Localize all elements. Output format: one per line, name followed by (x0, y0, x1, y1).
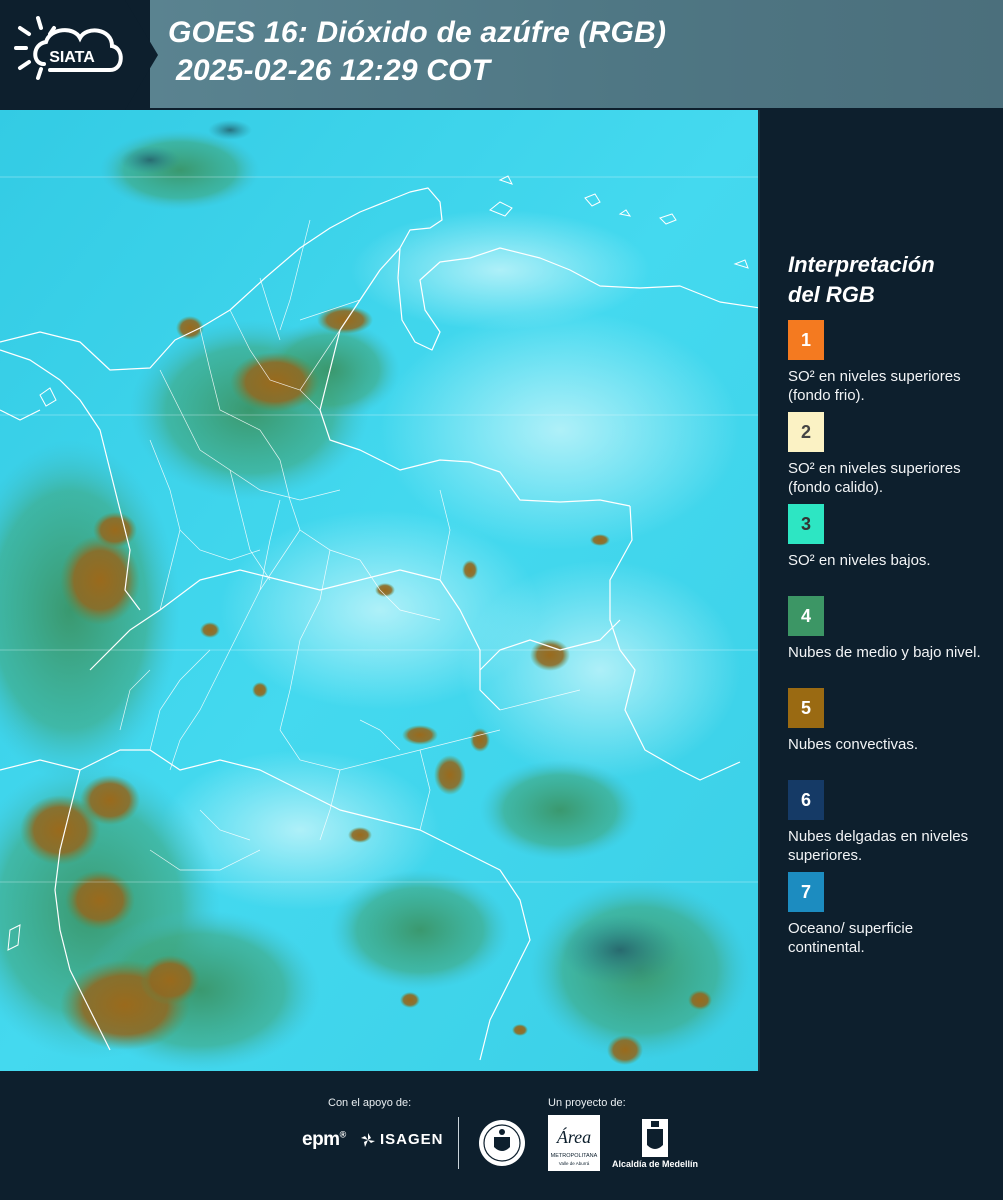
support-label: Con el apoyo de: (328, 1097, 412, 1109)
legend-label-1: SO² en niveles superiores (fondo frio). (788, 368, 961, 404)
alcaldia-text: Alcaldía de Medellín (612, 1159, 699, 1169)
footer-divider (458, 1117, 459, 1169)
page-title: GOES 16: Dióxido de azúfre (RGB) 2025-02… (168, 14, 666, 90)
siata-logo: SIATA (14, 16, 123, 80)
legend-item-6: 6 Nubes delgadas en niveles superiores. (788, 780, 988, 872)
legend-label-3: SO² en niveles bajos. (788, 552, 931, 569)
satellite-image (0, 110, 758, 1071)
legend-swatch-1: 1 (788, 320, 824, 360)
legend-swatch-5: 5 (788, 688, 824, 728)
legend-swatch-2: 2 (788, 412, 824, 452)
header: SIATA GOES 16: Dióxido de azúfre (RGB) 2… (0, 0, 1003, 110)
isagen-icon (361, 1132, 375, 1147)
area-subcaption-text: Valle de Aburrá (559, 1161, 590, 1166)
legend-swatch-4: 4 (788, 596, 824, 636)
epm-logo: epm® (302, 1129, 346, 1150)
legend-title-line1: Interpretación (788, 252, 935, 277)
title-line1: GOES 16: Dióxido de azúfre (RGB) (168, 16, 667, 49)
area-caption-text: METROPOLITANA (551, 1153, 598, 1159)
legend-item-4: 4 Nubes de medio y bajo nivel. (788, 596, 988, 688)
legend-item-3: 3 SO² en niveles bajos. (788, 504, 988, 596)
legend-swatch-6: 6 (788, 780, 824, 820)
area-metropolitana-logo: Área METROPOLITANA Valle de Aburrá (548, 1115, 600, 1171)
legend-title: Interpretación del RGB (788, 250, 988, 310)
satellite-map (0, 110, 760, 1071)
epm-logo-text: epm (302, 1129, 340, 1150)
legend-item-2: 2 SO² en niveles superiores (fondo calido… (788, 412, 988, 504)
legend-label-4: Nubes de medio y bajo nivel. (788, 644, 981, 661)
medellin-seal-icon (479, 1120, 525, 1166)
legend-label-2: SO² en niveles superiores (fondo calido)… (788, 460, 961, 496)
isagen-logo-text: ISAGEN (380, 1131, 444, 1148)
title-datetime: 2025-02-26 12:29 COT (176, 54, 491, 87)
legend-title-line2: del RGB (788, 282, 875, 307)
area-script-text: Área (556, 1126, 591, 1147)
alcaldia-medellin-crest-icon (642, 1119, 668, 1157)
footer: Con el apoyo de: Un proyecto de: epm® IS… (0, 1071, 1003, 1200)
legend-swatch-7: 7 (788, 872, 824, 912)
legend-label-7: Oceano/ superficie continental. (788, 920, 914, 956)
legend-item-7: 7 Oceano/ superficie continental. (788, 872, 988, 964)
legend-label-5: Nubes convectivas. (788, 736, 919, 753)
legend: Interpretación del RGB 1 SO² en niveles s… (788, 250, 988, 964)
legend-label-6: Nubes delgadas en niveles superiores. (788, 828, 969, 864)
legend-items: 1 SO² en niveles superiores (fondo frio).… (788, 320, 988, 964)
legend-item-1: 1 SO² en niveles superiores (fondo frio). (788, 320, 988, 412)
siata-logo-text: SIATA (49, 49, 95, 66)
isagen-logo: ISAGEN (360, 1131, 444, 1148)
legend-swatch-3: 3 (788, 504, 824, 544)
project-label: Un proyecto de: (548, 1097, 626, 1109)
legend-item-5: 5 Nubes convectivas. (788, 688, 988, 780)
